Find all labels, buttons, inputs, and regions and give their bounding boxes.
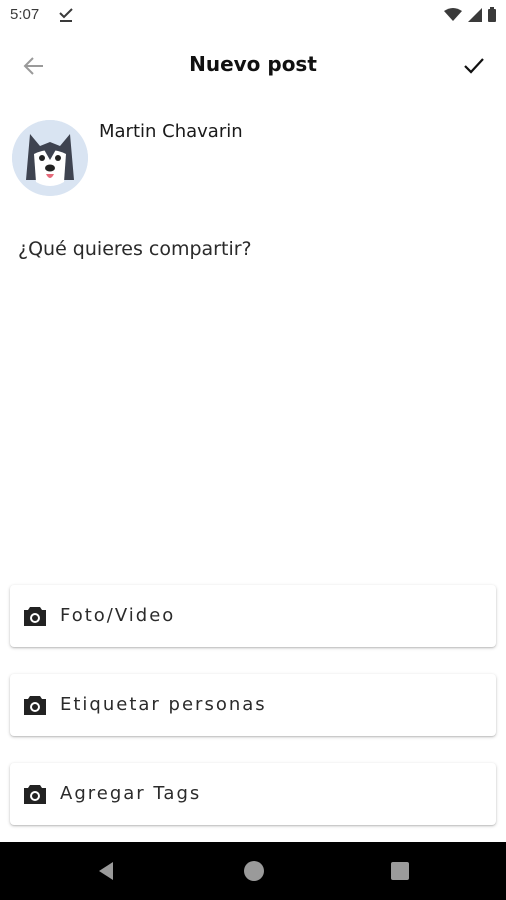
nav-home-button[interactable]	[239, 856, 269, 886]
status-bar: 5:07	[0, 0, 506, 32]
recents-square-icon	[391, 862, 409, 880]
avatar	[12, 120, 88, 196]
battery-icon	[488, 7, 496, 26]
back-triangle-icon	[99, 862, 113, 880]
cell-signal-icon	[468, 7, 482, 26]
nav-back-button[interactable]	[91, 856, 121, 886]
camera-icon	[24, 785, 46, 804]
system-nav-bar	[0, 842, 506, 900]
status-time: 5:07	[10, 6, 40, 23]
status-icons	[444, 7, 496, 26]
publish-button[interactable]	[454, 46, 494, 86]
nav-recents-button[interactable]	[385, 856, 415, 886]
post-text-input[interactable]	[18, 238, 488, 568]
home-circle-icon	[244, 861, 264, 881]
add-tags-button[interactable]: Agregar Tags	[10, 763, 496, 825]
wifi-icon	[444, 7, 462, 26]
photo-video-button[interactable]: Foto/Video	[10, 585, 496, 647]
add-tags-label: Agregar Tags	[60, 783, 202, 804]
photo-video-label: Foto/Video	[60, 605, 176, 626]
husky-avatar-icon	[12, 120, 88, 196]
app-bar: Nuevo post	[0, 32, 506, 98]
tag-people-label: Etiquetar personas	[60, 694, 267, 715]
camera-icon	[24, 607, 46, 626]
user-name: Martin Chavarin	[99, 121, 243, 142]
tag-people-button[interactable]: Etiquetar personas	[10, 674, 496, 736]
check-icon	[464, 58, 484, 74]
camera-icon	[24, 696, 46, 715]
page-title: Nuevo post	[189, 52, 317, 76]
download-done-icon	[58, 7, 74, 27]
